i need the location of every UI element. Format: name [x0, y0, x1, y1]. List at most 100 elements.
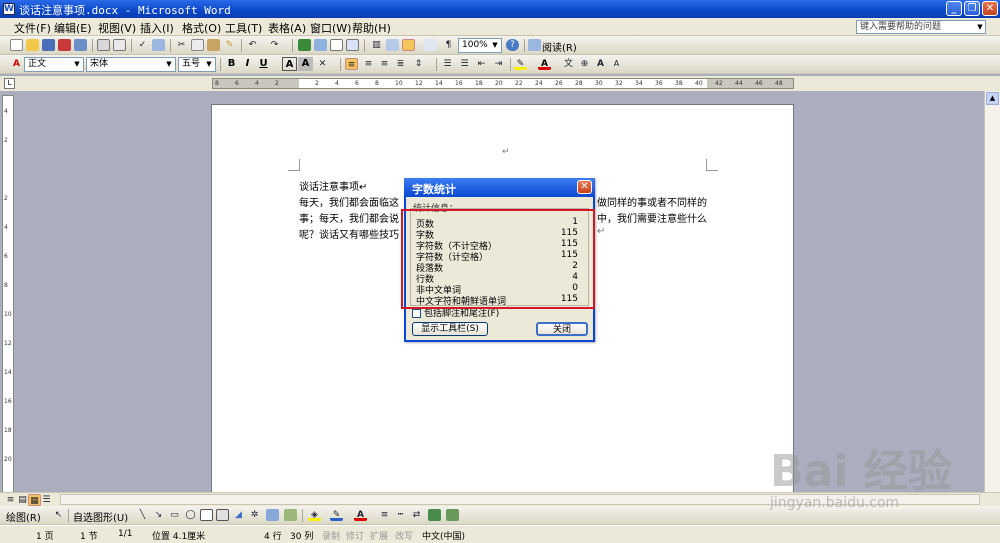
char-border-button[interactable]: A [282, 57, 297, 71]
justify-icon[interactable]: ≣ [394, 58, 407, 70]
menu-table[interactable]: 表格(A) [268, 20, 306, 36]
save-icon[interactable] [42, 39, 55, 51]
picture-icon[interactable] [284, 509, 297, 521]
print-preview-icon[interactable] [113, 39, 126, 51]
chevron-down-icon[interactable]: ▼ [72, 59, 82, 70]
rectangle-icon[interactable]: ▭ [168, 509, 181, 521]
word-app-icon[interactable]: W [3, 3, 15, 15]
menu-edit[interactable]: 编辑(E) [54, 20, 92, 36]
doc-line-2-right[interactable]: 做同样的事或者不同样的 [597, 194, 707, 209]
italic-button[interactable]: I [240, 57, 255, 71]
shrink-font-icon[interactable]: A [610, 58, 623, 70]
enclose-char-icon[interactable]: ⊕ [578, 58, 591, 70]
status-extend[interactable]: 扩展 [370, 529, 388, 542]
copy-icon[interactable] [191, 39, 204, 51]
dialog-close-icon[interactable]: ✕ [577, 180, 592, 194]
help-search-input[interactable]: 键入需要帮助的问题 ▼ [856, 20, 986, 34]
align-center-icon[interactable]: ≡ [362, 58, 375, 70]
clipart-icon[interactable] [266, 509, 279, 521]
menu-view[interactable]: 视图(V) [98, 20, 136, 36]
dash-style-icon[interactable]: ┅ [394, 509, 407, 521]
font-color-icon[interactable]: A [354, 509, 367, 521]
print-icon[interactable] [97, 39, 110, 51]
select-objects-icon[interactable]: ↖ [52, 509, 65, 521]
line-color-icon[interactable]: ✎ [330, 509, 343, 521]
drawing-icon[interactable] [386, 39, 399, 51]
tab-selector-button[interactable]: L [4, 78, 15, 89]
font-color-icon[interactable]: A [538, 58, 551, 70]
columns-icon[interactable]: ▥ [370, 39, 383, 51]
scroll-up-button[interactable]: ▲ [986, 92, 999, 105]
dialog-close-button[interactable]: 关闭 [536, 322, 588, 336]
phonetic-guide-icon[interactable]: 文 [562, 58, 575, 70]
font-combo[interactable]: 宋体 ▼ [86, 57, 176, 72]
draw-menu-button[interactable]: 绘图(R) [6, 509, 41, 524]
menu-format[interactable]: 格式(O) [182, 20, 221, 36]
autoshapes-button[interactable]: 自选图形(U) [73, 509, 128, 524]
doc-map-icon[interactable] [402, 39, 415, 51]
restore-button[interactable]: ❐ [964, 1, 980, 16]
read-button[interactable]: 阅读(R) [542, 39, 577, 54]
bullets-icon[interactable]: ☰ [458, 58, 471, 70]
status-track-changes[interactable]: 修订 [346, 529, 364, 542]
arrow-icon[interactable]: ↘ [152, 509, 165, 521]
highlight-icon[interactable]: ✎ [514, 58, 527, 70]
minimize-button[interactable]: _ [946, 1, 962, 16]
tables-borders-icon[interactable] [314, 39, 327, 51]
menu-window[interactable]: 窗口(W) [310, 20, 351, 36]
dialog-title-bar[interactable]: 字数统计 ✕ [404, 178, 595, 197]
vertical-ruler[interactable]: 4 2 2 4 6 8 10 12 14 16 18 20 [2, 95, 14, 495]
cut-icon[interactable]: ✂ [175, 39, 188, 51]
doc-title-line[interactable]: 谈话注意事项↵ [299, 178, 367, 193]
help-icon[interactable]: ? [506, 39, 519, 51]
oval-icon[interactable]: ◯ [184, 509, 197, 521]
zoom-combo[interactable]: 100% ▼ [458, 38, 502, 53]
research-icon[interactable] [152, 39, 165, 51]
shadow-style-icon[interactable] [428, 509, 441, 521]
email-icon[interactable] [74, 39, 87, 51]
paste-icon[interactable] [207, 39, 220, 51]
status-overtype[interactable]: 改写 [395, 529, 413, 542]
diagram-icon[interactable]: ✲ [248, 509, 261, 521]
wordart-icon[interactable]: ◢ [232, 509, 245, 521]
line-style-icon[interactable]: ≡ [378, 509, 391, 521]
style-combo[interactable]: 正文 ▼ [24, 57, 84, 72]
doc-line-4-left[interactable]: 呢？谈话又有哪些技巧 [299, 226, 399, 241]
increase-indent-icon[interactable]: ⇥ [492, 58, 505, 70]
doc-line-2-left[interactable]: 每天，我们都会面临这 [299, 194, 399, 209]
hyperlink-icon[interactable] [298, 39, 311, 51]
new-document-icon[interactable] [10, 39, 23, 51]
chevron-down-icon[interactable]: ▼ [204, 59, 214, 70]
close-window-button[interactable]: ✕ [982, 1, 998, 16]
insert-table-icon[interactable] [330, 39, 343, 51]
textbox-icon[interactable] [200, 509, 213, 521]
chevron-down-icon[interactable]: ▼ [490, 40, 500, 51]
status-record[interactable]: 录制 [322, 529, 340, 542]
grow-font-icon[interactable]: A [594, 58, 607, 70]
chevron-down-icon[interactable]: ▼ [975, 21, 985, 33]
menu-file[interactable]: 文件(F) [14, 20, 51, 36]
zoom-preview-icon[interactable] [424, 39, 437, 51]
vertical-textbox-icon[interactable] [216, 509, 229, 521]
3d-style-icon[interactable] [446, 509, 459, 521]
font-size-combo[interactable]: 五号 ▼ [178, 57, 216, 72]
arrow-style-icon[interactable]: ⇄ [410, 509, 423, 521]
read-icon[interactable] [528, 39, 541, 51]
permission-icon[interactable] [58, 39, 71, 51]
numbering-icon[interactable]: ☰ [441, 58, 454, 70]
menu-tools[interactable]: 工具(T) [225, 20, 262, 36]
doc-line-3-right[interactable]: 中，我们需要注意些什么 [597, 210, 707, 225]
redo-icon[interactable]: ↷ [268, 39, 281, 51]
underline-button[interactable]: U [256, 57, 271, 71]
spelling-icon[interactable]: ✓ [136, 39, 149, 51]
fill-color-icon[interactable]: ◈ [308, 509, 321, 521]
insert-excel-icon[interactable] [346, 39, 359, 51]
show-hide-marks-icon[interactable]: ¶ [442, 39, 455, 51]
menu-insert[interactable]: 插入(I) [140, 20, 174, 36]
open-folder-icon[interactable] [26, 39, 39, 51]
doc-line-3-left[interactable]: 事；每天，我们都会说 [299, 210, 399, 225]
align-right-icon[interactable]: ≡ [378, 58, 391, 70]
format-painter-icon[interactable]: ✎ [223, 39, 236, 51]
menu-help[interactable]: 帮助(H) [352, 20, 391, 36]
chevron-down-icon[interactable]: ▼ [164, 59, 174, 70]
